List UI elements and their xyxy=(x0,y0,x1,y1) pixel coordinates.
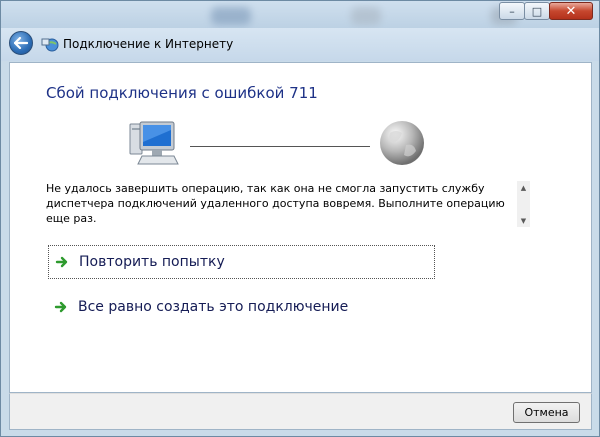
back-button[interactable] xyxy=(9,31,33,55)
maximize-icon: □ xyxy=(531,4,543,18)
background-blur xyxy=(351,7,381,25)
create-anyway-task-link[interactable]: Все равно создать это подключение xyxy=(48,290,435,324)
window-title: Подключение к Интернету xyxy=(63,37,234,51)
scroll-up-arrow-icon[interactable]: ▲ xyxy=(517,181,530,194)
window-controls: – □ ✕ xyxy=(499,2,593,22)
connection-wizard-window: – □ ✕ Подключение к Интернету Сбой подкл… xyxy=(0,0,600,437)
computer-icon xyxy=(129,121,179,165)
close-button[interactable]: ✕ xyxy=(549,2,593,20)
error-message: Не удалось завершить операцию, так как о… xyxy=(46,182,505,225)
green-arrow-icon xyxy=(55,256,68,268)
minimize-button[interactable]: – xyxy=(499,2,525,20)
retry-task-link[interactable]: Повторить попытку xyxy=(48,245,435,279)
error-message-box: Не удалось завершить операцию, так как о… xyxy=(46,181,530,227)
dialog-content: Сбой подключения с ошибкой 711 Не удалос… xyxy=(9,62,592,393)
maximize-button[interactable]: □ xyxy=(524,2,550,20)
background-blur xyxy=(211,7,251,25)
title-bar[interactable]: – □ ✕ xyxy=(1,1,599,28)
dialog-footer: Отмена xyxy=(9,393,592,430)
error-heading: Сбой подключения с ошибкой 711 xyxy=(46,84,318,102)
minimize-icon: – xyxy=(509,4,515,18)
task-label: Все равно создать это подключение xyxy=(78,299,349,315)
cancel-button[interactable]: Отмена xyxy=(513,402,580,423)
close-icon: ✕ xyxy=(565,3,577,19)
navigation-bar: Подключение к Интернету xyxy=(1,28,599,61)
message-scrollbar[interactable]: ▲ ▼ xyxy=(517,181,530,227)
internet-globe-icon xyxy=(380,121,424,165)
green-arrow-icon xyxy=(54,301,67,313)
network-globe-icon xyxy=(41,38,59,52)
scroll-down-arrow-icon[interactable]: ▼ xyxy=(517,214,530,227)
back-arrow-icon xyxy=(14,37,28,49)
connection-line xyxy=(190,146,370,147)
task-label: Повторить попытку xyxy=(79,254,225,270)
